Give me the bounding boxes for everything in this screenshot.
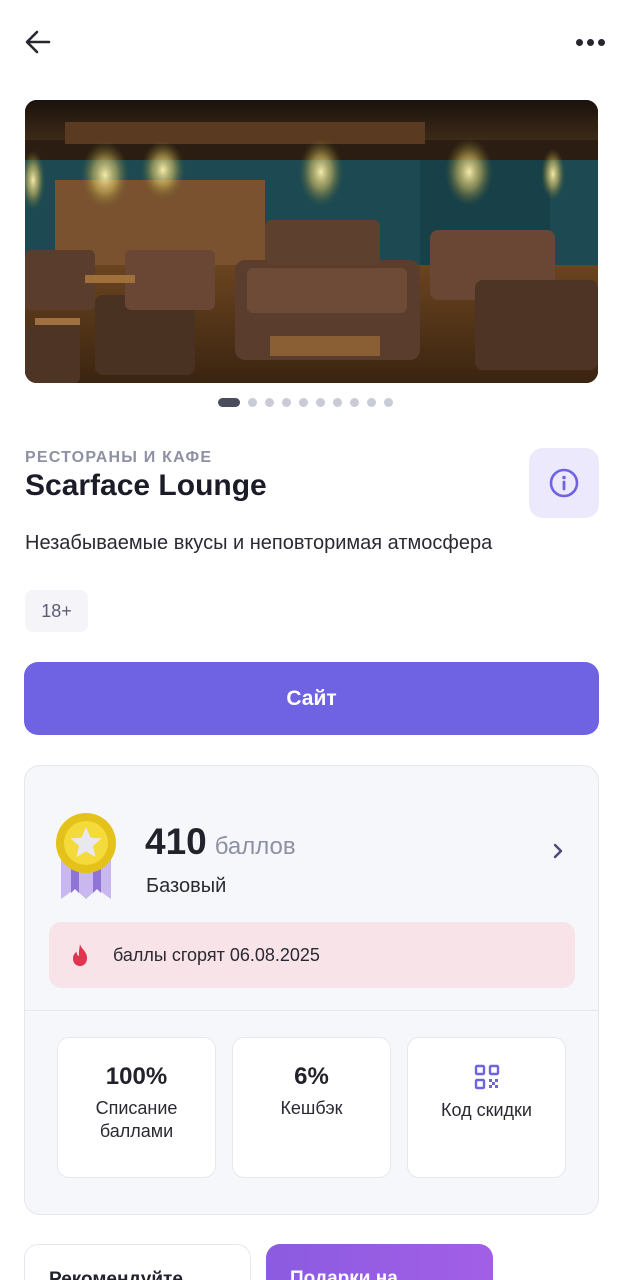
place-details-screen: РЕСТОРАНЫ И КАФЕ Scarface Lounge Незабыв… [0, 0, 623, 1280]
chevron-right-icon[interactable] [548, 841, 568, 861]
recommend-card[interactable]: Рекомендуйте [24, 1244, 251, 1280]
pager-dot[interactable] [248, 398, 257, 407]
points-row[interactable]: 410 баллов [145, 821, 296, 863]
points-value: 410 [145, 821, 207, 862]
pager-dot[interactable] [384, 398, 393, 407]
points-expiry-banner: баллы сгорят 06.08.2025 [49, 922, 575, 988]
tile-discount-code[interactable]: Код скидки [407, 1037, 566, 1178]
loyalty-card: 410 баллов Базовый баллы сгорят 06.08.20… [24, 765, 599, 1215]
pager-dot[interactable] [299, 398, 308, 407]
tile-points-redeem[interactable]: 100% Списание баллами [57, 1037, 216, 1178]
place-description: Незабываемые вкусы и неповторимая атмосф… [25, 532, 493, 554]
medal-icon [56, 813, 116, 899]
divider [25, 1010, 598, 1011]
pager-dot[interactable] [265, 398, 274, 407]
more-dot [598, 38, 605, 46]
pager-dot-active[interactable] [218, 398, 240, 407]
tile-label: Списание баллами [95, 1098, 178, 1141]
tile-value: 6% [294, 1063, 329, 1090]
more-button[interactable] [565, 22, 605, 62]
place-title: Scarface Lounge [25, 469, 267, 502]
place-category: РЕСТОРАНЫ И КАФЕ [25, 449, 213, 466]
gallery-photo[interactable] [25, 100, 598, 383]
gifts-card[interactable]: Подарки на [266, 1244, 493, 1280]
points-unit: баллов [214, 833, 296, 860]
gallery-pagination[interactable] [0, 398, 623, 407]
pager-dot[interactable] [350, 398, 359, 407]
pager-dot[interactable] [333, 398, 342, 407]
qr-code-icon [474, 1064, 499, 1090]
age-rating-badge: 18+ [25, 590, 88, 632]
tile-cashback[interactable]: 6% Кешбэк [232, 1037, 391, 1178]
info-icon [549, 468, 579, 498]
tile-label: Код скидки [441, 1100, 532, 1120]
site-button[interactable]: Сайт [24, 662, 599, 735]
pager-dot[interactable] [316, 398, 325, 407]
arrow-left-icon [25, 30, 51, 54]
pager-dot[interactable] [282, 398, 291, 407]
more-horizontal-icon [576, 38, 583, 46]
points-expiry-text: баллы сгорят 06.08.2025 [113, 944, 320, 965]
more-dot [587, 38, 594, 46]
restaurant-interior-image [25, 100, 598, 383]
back-button[interactable] [24, 22, 64, 62]
top-bar [24, 22, 605, 62]
info-button[interactable] [529, 448, 599, 518]
pager-dot[interactable] [367, 398, 376, 407]
tile-label: Кешбэк [280, 1098, 343, 1118]
fire-icon [73, 944, 87, 966]
tile-value: 100% [105, 1063, 168, 1090]
loyalty-level: Базовый [146, 875, 227, 897]
